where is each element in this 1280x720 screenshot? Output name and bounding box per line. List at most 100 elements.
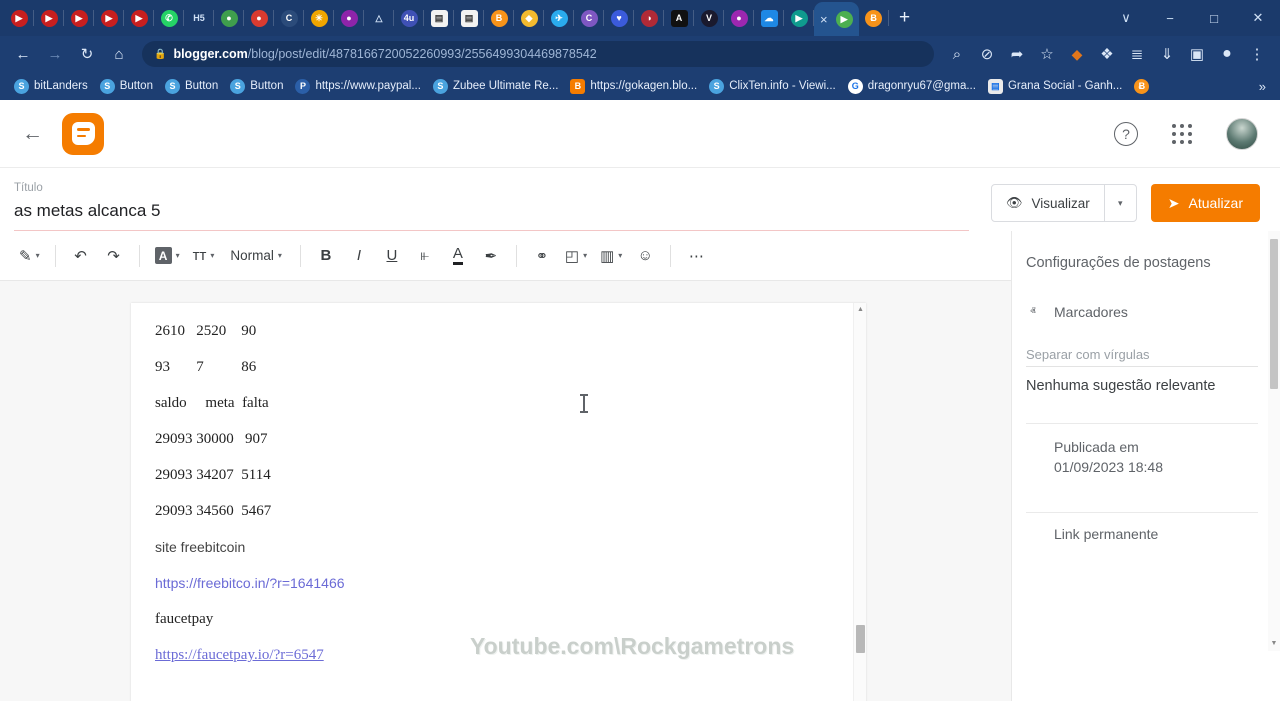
tab-search-icon[interactable]: ∨ [1104, 0, 1148, 36]
downloads-icon[interactable]: ⇓ [1152, 39, 1182, 69]
bookmark-item[interactable]: SbitLanders [8, 77, 94, 96]
pinned-tab-coin-c[interactable]: C [274, 1, 304, 35]
pinned-tab-bitcoin[interactable]: Ƀ [859, 1, 889, 35]
scrollbar-thumb[interactable] [856, 625, 865, 653]
back-icon[interactable]: ← [8, 39, 38, 69]
pinned-tab-heart[interactable]: ♥ [604, 1, 634, 35]
reading-list-icon[interactable]: ≣ [1122, 39, 1152, 69]
pinned-tab-sq-white-2[interactable]: ▤ [454, 1, 484, 35]
toolbar-pen-tool-icon[interactable]: ✎ ▾ [14, 240, 45, 272]
post-line[interactable]: 29093 30000 907 [155, 431, 866, 467]
extensions-puzzle-icon[interactable]: ❖ [1092, 39, 1122, 69]
pinned-tab-bitcoin[interactable]: B [484, 1, 514, 35]
active-tab[interactable]: × ▶ [814, 2, 859, 36]
zoom-icon[interactable]: ⌕ [942, 39, 972, 69]
pinned-tab-youtube[interactable]: ▶ [64, 1, 94, 35]
bookmark-item[interactable]: S Button [159, 77, 224, 96]
back-to-posts-icon[interactable]: ← [22, 122, 56, 146]
post-line[interactable]: 2610 2520 90 [155, 323, 866, 359]
side-panel-icon[interactable]: ▣ [1182, 39, 1212, 69]
bookmark-item[interactable]: Gdragonryu67@gma... [842, 77, 982, 96]
pinned-tab-h5[interactable]: H5 [184, 1, 214, 35]
post-line[interactable]: saldo meta falta [155, 395, 866, 431]
publish-update-button[interactable]: ➤ Atualizar [1151, 184, 1260, 222]
bookmark-item[interactable]: Bhttps://gokagen.blo... [564, 77, 703, 96]
help-icon[interactable]: ? [1114, 122, 1138, 146]
bookmark-item[interactable]: Phttps://www.paypal... [289, 77, 426, 96]
scroll-up-icon[interactable]: ▲ [854, 303, 867, 316]
profile-avatar-icon[interactable]: ● [1212, 39, 1242, 69]
bookmark-item[interactable]: S Button [224, 77, 289, 96]
chrome-menu-icon[interactable]: ⋮ [1242, 39, 1272, 69]
preview-dropdown-caret-icon[interactable]: ▾ [1104, 185, 1136, 221]
bookmarks-overflow-icon[interactable]: » [1259, 79, 1272, 94]
star-icon[interactable]: ☆ [1032, 39, 1062, 69]
address-bar[interactable]: 🔒 blogger.com/blog/post/edit/48781667200… [142, 41, 934, 67]
post-line[interactable]: 93 7 86 [155, 359, 866, 395]
pinned-tab-dark-split[interactable]: ◑ [634, 1, 664, 35]
pinned-tab-p-purple[interactable]: ● [724, 1, 754, 35]
share-icon[interactable]: ➦ [1002, 39, 1032, 69]
pinned-tab-cloud-blue[interactable]: ☁ [754, 1, 784, 35]
labels-input-placeholder[interactable]: Separar com vírgulas [1026, 329, 1258, 367]
post-link[interactable]: https://faucetpay.io/?r=6547 [155, 647, 324, 664]
pinned-tab-a-dark[interactable]: A [664, 1, 694, 35]
preview-button[interactable]: 👁 Visualizar [992, 185, 1104, 221]
toolbar-more-options-icon[interactable]: ⋯ [681, 240, 711, 272]
panel-scrollbar-thumb[interactable] [1270, 239, 1278, 389]
permalink-section-header[interactable]: ⱟ Link permanente [1026, 517, 1258, 551]
bookmark-item[interactable]: Ƀ [1128, 77, 1155, 96]
toolbar-italic-icon[interactable]: I [344, 240, 374, 272]
pinned-tab-pinwheel[interactable]: ✳ [304, 1, 334, 35]
google-apps-icon[interactable] [1172, 124, 1192, 144]
preview-button-group[interactable]: 👁 Visualizar ▾ [991, 184, 1137, 222]
toolbar-font-family-icon[interactable]: A ▾ [150, 240, 185, 272]
account-avatar[interactable] [1226, 118, 1258, 150]
pinned-tab-apple[interactable]: ● [244, 1, 274, 35]
new-tab-button[interactable]: + [889, 1, 921, 35]
toolbar-font-size-icon[interactable]: ᴛᴛ ▾ [188, 240, 220, 272]
pinned-tab-youtube[interactable]: ▶ [4, 1, 34, 35]
toolbar-paragraph-style-button[interactable]: Normal ▾ [222, 240, 290, 272]
toolbar-redo-icon[interactable]: ↷ [99, 240, 129, 272]
eye-slash-icon[interactable]: ⊘ [972, 39, 1002, 69]
post-line[interactable]: https://freebitco.in/?r=1641466 [155, 575, 866, 611]
pinned-tab-sq-white-1[interactable]: ▤ [424, 1, 454, 35]
toolbar-insert-emoji-icon[interactable]: ☺ [630, 240, 660, 272]
pinned-tab-pin-purple[interactable]: ● [334, 1, 364, 35]
pinned-tab-telegram[interactable]: ✈ [544, 1, 574, 35]
toolbar-insert-link-icon[interactable]: ⚭ [527, 240, 557, 272]
published-section-header[interactable]: ⱟ Publicada em 01/09/2023 18:48 [1026, 428, 1258, 487]
pinned-tab-youtube[interactable]: ▶ [34, 1, 64, 35]
bookmark-item[interactable]: S Zubee Ultimate Re... [427, 77, 564, 96]
pinned-tab-c-circle[interactable]: C [574, 1, 604, 35]
toolbar-undo-icon[interactable]: ↶ [66, 240, 96, 272]
pinned-tab-play-teal[interactable]: ▶ [784, 1, 814, 35]
post-title-input[interactable]: as metas alcanca 5 [14, 201, 969, 231]
toolbar-insert-image-icon[interactable]: ◰ ▾ [560, 240, 592, 272]
toolbar-underline-icon[interactable]: U [377, 240, 407, 272]
pinned-tab-globe[interactable]: ● [214, 1, 244, 35]
metamask-fox-icon[interactable]: ◆ [1062, 39, 1092, 69]
pinned-tab-4u[interactable]: 4u [394, 1, 424, 35]
pinned-tab-youtube[interactable]: ▶ [94, 1, 124, 35]
pinned-tab-v-green[interactable]: V [694, 1, 724, 35]
pinned-tab-youtube[interactable]: ▶ [124, 1, 154, 35]
bookmark-item[interactable]: ▤ Grana Social - Ganh... [982, 77, 1128, 96]
toolbar-strikethrough-icon[interactable]: ⫦ [410, 240, 440, 272]
reload-icon[interactable]: ↻ [72, 39, 102, 69]
post-line[interactable]: site freebitcoin [155, 539, 866, 575]
bookmark-item[interactable]: S ClixTen.info - Viewi... [703, 77, 842, 96]
pinned-tab-triangle[interactable]: △ [364, 1, 394, 35]
close-tab-icon[interactable]: × [820, 13, 828, 26]
panel-scrollbar[interactable]: ▼ [1268, 231, 1280, 651]
toolbar-text-color-icon[interactable]: A [443, 240, 473, 272]
toolbar-insert-video-icon[interactable]: ▥ ▾ [595, 240, 627, 272]
blogger-logo-icon[interactable] [62, 113, 104, 155]
close-window-button[interactable]: ✕ [1236, 0, 1280, 36]
forward-icon[interactable]: → [40, 39, 70, 69]
post-line[interactable]: 29093 34560 5467 [155, 503, 866, 539]
post-body-text[interactable]: 2610 2520 90 93 7 86 saldo meta falta 29093… [131, 303, 866, 683]
maximize-button[interactable]: □ [1192, 0, 1236, 36]
home-icon[interactable]: ⌂ [104, 39, 134, 69]
